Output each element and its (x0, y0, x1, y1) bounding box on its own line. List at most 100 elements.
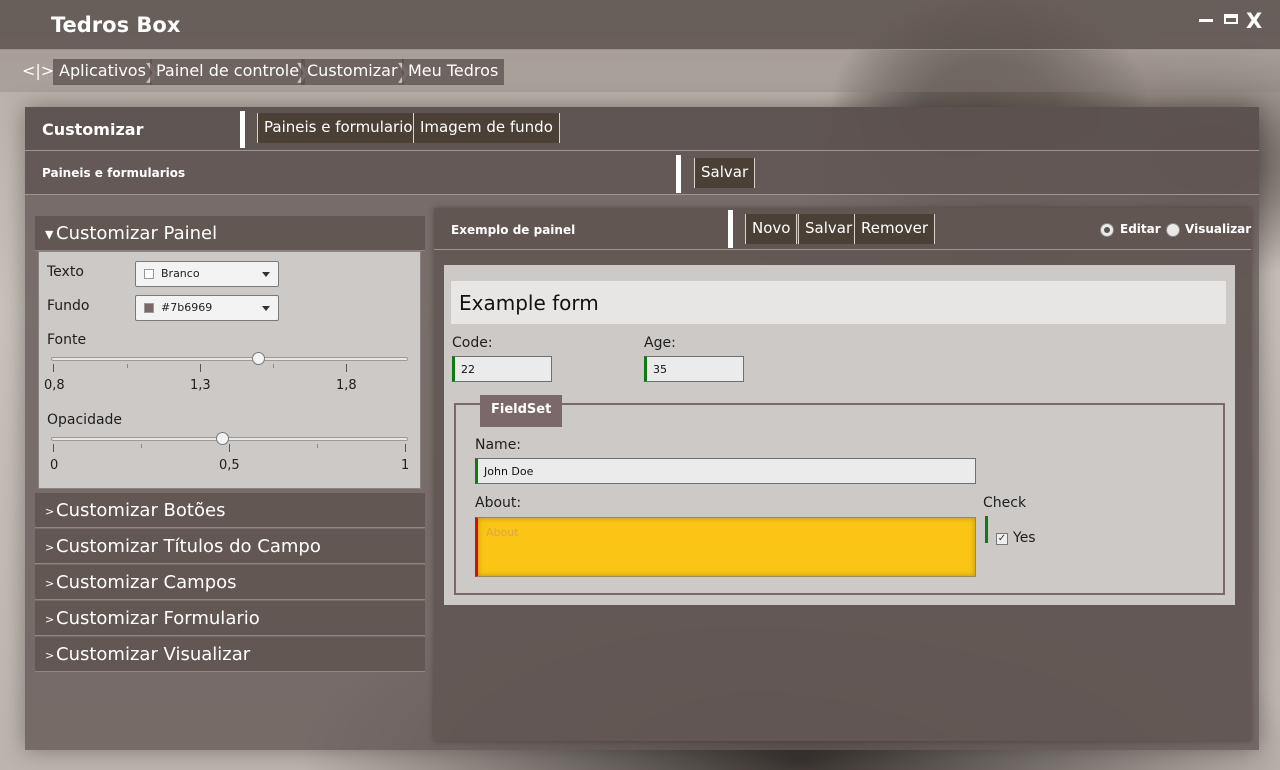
accordion-customizar-painel[interactable]: ▼ Customizar Painel (35, 216, 425, 251)
accordion-customizar-campos[interactable]: >Customizar Campos (35, 565, 425, 600)
tick (141, 444, 142, 448)
fonte-slider[interactable] (51, 357, 408, 361)
fieldset: FieldSet Name: John Doe About: About Che… (454, 395, 1225, 595)
fundo-color-select[interactable]: #7b6969 (135, 295, 279, 321)
checkmark-icon: ✓ (997, 533, 1007, 544)
fonte-tick-label: 1,3 (190, 378, 211, 393)
opacidade-tick-label: 0 (50, 458, 59, 473)
opacidade-slider-thumb[interactable] (215, 432, 229, 445)
close-icon[interactable]: X (1246, 9, 1262, 33)
panel-preview: Exemplo de painel Novo Salvar Remover Ed… (434, 208, 1251, 741)
tick (53, 444, 54, 452)
accordion-customizar-titulos[interactable]: >Customizar Títulos do Campo (35, 529, 425, 564)
about-textarea[interactable]: About (475, 517, 976, 577)
code-input[interactable]: 22 (452, 356, 552, 382)
name-input[interactable]: John Doe (475, 458, 976, 484)
form-title-bar: Example form (451, 281, 1226, 324)
minimize-icon[interactable] (1199, 19, 1213, 22)
main-header: Customizar Paineis e formularios Imagem … (25, 107, 1259, 151)
panel-preview-title: Exemplo de painel (451, 223, 576, 237)
view-mode-radio[interactable] (1166, 223, 1180, 237)
texto-label: Texto (47, 264, 84, 280)
accordion-customizar-formulario[interactable]: >Customizar Formulario (35, 601, 425, 636)
chevron-right-icon: > (45, 540, 55, 554)
accordion-customizar-botoes[interactable]: >Customizar Botões (35, 493, 425, 528)
new-button[interactable]: Novo (745, 214, 798, 244)
main-panel: Customizar Paineis e formularios Imagem … (25, 107, 1259, 750)
customize-accordion: ▼ Customizar Painel Texto Branco Fundo #7… (35, 216, 425, 672)
form-title: Example form (459, 291, 599, 315)
fonte-tick-label: 0,8 (44, 378, 65, 393)
sub-header: Paineis e formularios Salvar (25, 151, 1259, 195)
opacidade-label: Opacidade (47, 412, 123, 428)
opacidade-tick-label: 0,5 (219, 458, 240, 473)
tab-imagem-de-fundo[interactable]: Imagem de fundo (413, 113, 560, 143)
accordion-title: Customizar Formulario (56, 608, 260, 629)
tick (405, 444, 406, 452)
tick (127, 364, 128, 368)
fieldset-legend: FieldSet (480, 395, 563, 427)
yes-checkbox[interactable]: ✓ (996, 533, 1008, 545)
accordion-title: Customizar Campos (56, 572, 237, 593)
tick (273, 364, 274, 368)
page-title: Customizar (42, 120, 144, 139)
breadcrumb-painel-de-controle[interactable]: Painel de controle (150, 59, 306, 85)
section-title: Paineis e formularios (42, 166, 186, 180)
app-title: Tedros Box (51, 13, 181, 37)
code-label: Code: (452, 335, 493, 351)
save-button[interactable]: Salvar (694, 158, 756, 188)
breadcrumb-aplicativos[interactable]: Aplicativos (53, 59, 152, 85)
fonte-slider-thumb[interactable] (252, 352, 266, 365)
edit-mode-label: Editar (1120, 222, 1161, 236)
breadcrumb-meu-tedros[interactable]: Meu Tedros (402, 59, 505, 85)
accordion-title: Customizar Visualizar (56, 644, 251, 665)
view-mode-label: Visualizar (1185, 222, 1252, 236)
chevron-down-icon (262, 306, 270, 311)
subheader-divider (676, 155, 681, 193)
tick (229, 444, 230, 452)
opacidade-tick-label: 1 (401, 458, 410, 473)
maximize-icon[interactable] (1224, 14, 1238, 24)
texto-color-value: Branco (161, 267, 200, 280)
chevron-right-icon: > (45, 576, 55, 590)
save-panel-button[interactable]: Salvar (798, 214, 860, 244)
triangle-down-icon: ▼ (45, 227, 54, 241)
fundo-label: Fundo (47, 298, 90, 314)
chevron-right-icon: > (45, 504, 55, 518)
fundo-color-value: #7b6969 (161, 301, 213, 314)
texto-color-select[interactable]: Branco (135, 261, 279, 287)
accordion-body-painel: Texto Branco Fundo #7b6969 Fonte 0,8 1,3 (38, 251, 421, 489)
accordion-title: Customizar Botões (56, 500, 226, 521)
remove-button[interactable]: Remover (854, 214, 936, 244)
chevron-right-icon: > (45, 612, 55, 626)
accordion-customizar-visualizar[interactable]: >Customizar Visualizar (35, 637, 425, 672)
tick (53, 364, 54, 372)
tick (200, 364, 201, 372)
fonte-label: Fonte (47, 332, 87, 348)
about-label: About: (475, 495, 522, 511)
breadcrumb: <|> Aplicativos ❯ Painel de controle ❯ C… (0, 50, 1280, 92)
tick (317, 444, 318, 448)
color-swatch (144, 269, 154, 279)
accordion-title: Customizar Painel (56, 223, 218, 244)
accordion-title: Customizar Títulos do Campo (56, 536, 321, 557)
header-divider (240, 111, 245, 148)
tick (346, 364, 347, 372)
color-swatch (144, 303, 154, 313)
opacidade-slider[interactable] (51, 437, 408, 441)
title-bar: Tedros Box X (0, 0, 1280, 50)
tab-paineis-e-formularios[interactable]: Paineis e formularios (257, 113, 428, 143)
about-placeholder: About (486, 526, 519, 539)
age-label: Age: (644, 335, 676, 351)
fonte-tick-label: 1,8 (336, 378, 357, 393)
panel-preview-header: Exemplo de painel Novo Salvar Remover Ed… (434, 208, 1251, 250)
edit-mode-radio[interactable] (1100, 223, 1114, 237)
chevron-down-icon (262, 272, 270, 277)
panel-divider (728, 210, 733, 248)
check-valid-bar (985, 516, 988, 543)
check-label: Check (983, 495, 1027, 511)
age-input[interactable]: 35 (644, 356, 744, 382)
chevron-right-icon: > (45, 648, 55, 662)
breadcrumb-customizar[interactable]: Customizar (301, 59, 404, 85)
name-label: Name: (475, 437, 522, 453)
